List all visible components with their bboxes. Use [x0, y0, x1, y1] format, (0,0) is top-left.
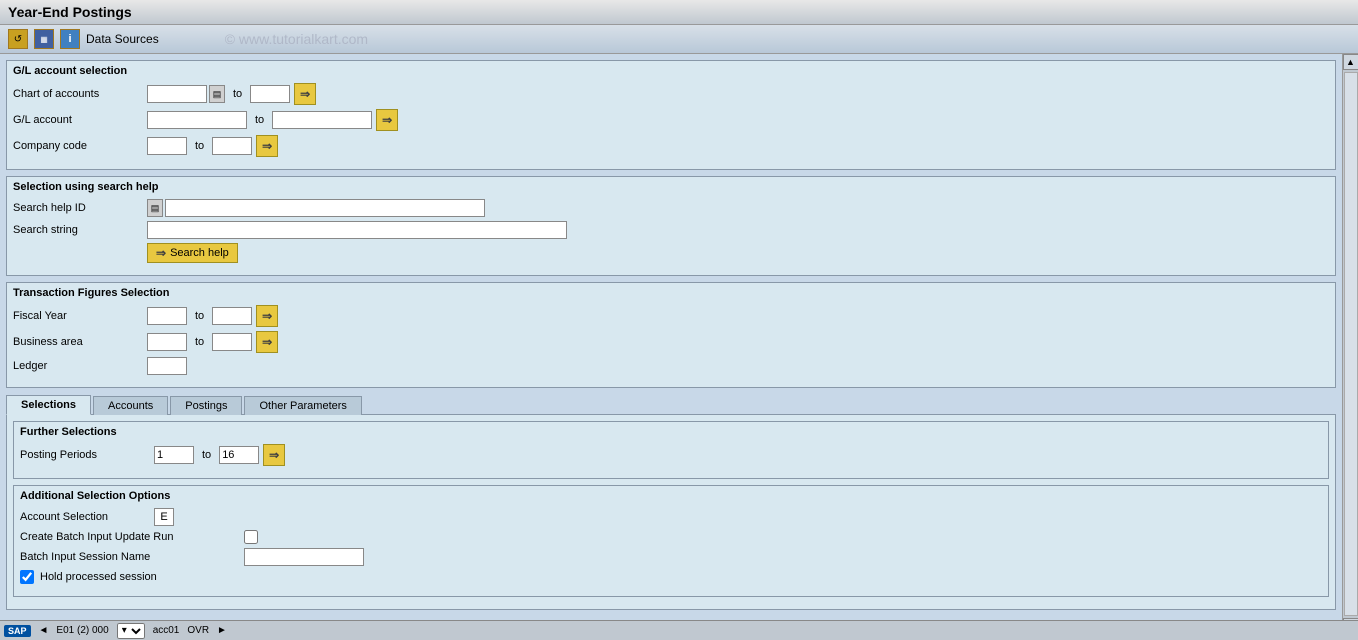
- tabs-container: Selections Accounts Postings Other Param…: [6, 394, 1336, 414]
- gl-account-section: G/L account selection Chart of accounts …: [6, 60, 1336, 170]
- gl-account-title: G/L account selection: [13, 65, 1329, 77]
- fiscal-year-from[interactable]: [147, 307, 187, 325]
- table-icon[interactable]: ▦: [34, 29, 54, 49]
- business-area-from[interactable]: [147, 333, 187, 351]
- chart-arrow-btn[interactable]: ⇒: [294, 83, 316, 105]
- company-code-label: Company code: [13, 140, 143, 152]
- gl-account-row: G/L account to ⇒: [13, 109, 1329, 131]
- further-selections-title: Further Selections: [20, 426, 1322, 438]
- gl-to-label: to: [255, 114, 264, 126]
- status-arrows-right[interactable]: ►: [217, 625, 227, 636]
- business-area-row: Business area to ⇒: [13, 331, 1329, 353]
- app-title: Year-End Postings: [8, 4, 132, 20]
- posting-periods-label: Posting Periods: [20, 449, 150, 461]
- create-batch-label: Create Batch Input Update Run: [20, 531, 240, 543]
- search-help-id-label: Search help ID: [13, 202, 143, 214]
- search-help-id-row: Search help ID ▤: [13, 199, 1329, 217]
- additional-selection-title: Additional Selection Options: [20, 490, 1322, 502]
- further-selections-section: Further Selections Posting Periods to ⇒: [13, 421, 1329, 479]
- hold-processed-checkbox[interactable]: [20, 570, 34, 584]
- company-code-from[interactable]: [147, 137, 187, 155]
- posting-arrow-btn[interactable]: ⇒: [263, 444, 285, 466]
- search-help-btn-arrow-icon: ⇒: [156, 246, 166, 260]
- posting-periods-row: Posting Periods to ⇒: [20, 444, 1322, 466]
- business-area-to[interactable]: [212, 333, 252, 351]
- business-to-label: to: [195, 336, 204, 348]
- search-string-label: Search string: [13, 224, 143, 236]
- fiscal-year-row: Fiscal Year to ⇒: [13, 305, 1329, 327]
- chart-of-accounts-row: Chart of accounts ▤ to ⇒: [13, 83, 1329, 105]
- gl-account-to[interactable]: [272, 111, 372, 129]
- session-select[interactable]: ▾: [117, 623, 145, 639]
- business-area-label: Business area: [13, 336, 143, 348]
- create-batch-checkbox[interactable]: [244, 530, 258, 544]
- clock-icon[interactable]: ↺: [8, 29, 28, 49]
- ledger-label: Ledger: [13, 360, 143, 372]
- tab-content: Further Selections Posting Periods to ⇒ …: [6, 414, 1336, 610]
- status-bar: SAP ◄ E01 (2) 000 ▾ acc01 OVR ►: [0, 620, 1358, 640]
- search-string-input[interactable]: [147, 221, 567, 239]
- chart-of-accounts-to[interactable]: [250, 85, 290, 103]
- search-help-id-input[interactable]: [165, 199, 485, 217]
- account-selection-label: Account Selection: [20, 511, 150, 523]
- search-help-btn-label: Search help: [170, 247, 229, 259]
- toolbar: ↺ ▦ i Data Sources © www.tutorialkart.co…: [0, 25, 1358, 54]
- tab-accounts[interactable]: Accounts: [93, 396, 168, 415]
- batch-session-input[interactable]: [244, 548, 364, 566]
- chart-to-label: to: [233, 88, 242, 100]
- status-arrows-left[interactable]: ◄: [39, 625, 49, 636]
- search-help-btn-row: ⇒ Search help: [13, 243, 1329, 263]
- search-help-id-browse[interactable]: ▤: [147, 199, 163, 217]
- fiscal-arrow-btn[interactable]: ⇒: [256, 305, 278, 327]
- hold-processed-label: Hold processed session: [40, 571, 157, 583]
- title-bar: Year-End Postings: [0, 0, 1358, 25]
- tab-postings[interactable]: Postings: [170, 396, 242, 415]
- account-selection-input[interactable]: [154, 508, 174, 526]
- company-code-to[interactable]: [212, 137, 252, 155]
- create-batch-row: Create Batch Input Update Run: [20, 530, 1322, 544]
- company-arrow-btn[interactable]: ⇒: [256, 135, 278, 157]
- business-arrow-btn[interactable]: ⇒: [256, 331, 278, 353]
- account-selection-row: Account Selection: [20, 508, 1322, 526]
- fiscal-year-label: Fiscal Year: [13, 310, 143, 322]
- transaction-section: Transaction Figures Selection Fiscal Yea…: [6, 282, 1336, 388]
- search-help-title: Selection using search help: [13, 181, 1329, 193]
- gl-arrow-btn[interactable]: ⇒: [376, 109, 398, 131]
- tab-other-parameters[interactable]: Other Parameters: [244, 396, 361, 415]
- search-help-section: Selection using search help Search help …: [6, 176, 1336, 276]
- mode-info: OVR: [187, 625, 209, 636]
- user-info: acc01: [153, 625, 180, 636]
- ledger-row: Ledger: [13, 357, 1329, 375]
- search-help-button[interactable]: ⇒ Search help: [147, 243, 238, 263]
- search-string-row: Search string: [13, 221, 1329, 239]
- tab-selections[interactable]: Selections: [6, 395, 91, 415]
- chart-of-accounts-from[interactable]: [147, 85, 207, 103]
- chart-browse-btn[interactable]: ▤: [209, 85, 225, 103]
- info-icon[interactable]: i: [60, 29, 80, 49]
- company-to-label: to: [195, 140, 204, 152]
- transaction-title: Transaction Figures Selection: [13, 287, 1329, 299]
- gl-account-from[interactable]: [147, 111, 247, 129]
- fiscal-year-to[interactable]: [212, 307, 252, 325]
- batch-session-row: Batch Input Session Name: [20, 548, 1322, 566]
- company-code-row: Company code to ⇒: [13, 135, 1329, 157]
- scroll-up-arrow[interactable]: ▲: [1343, 54, 1358, 70]
- watermark: © www.tutorialkart.com: [225, 31, 368, 47]
- sap-logo: SAP: [4, 625, 31, 637]
- posting-periods-to[interactable]: [219, 446, 259, 464]
- data-sources-label[interactable]: Data Sources: [86, 32, 159, 46]
- posting-to-label: to: [202, 449, 211, 461]
- posting-periods-from[interactable]: [154, 446, 194, 464]
- chart-of-accounts-label: Chart of accounts: [13, 88, 143, 100]
- scrollbar[interactable]: ▲ ▼: [1342, 54, 1358, 634]
- fiscal-to-label: to: [195, 310, 204, 322]
- additional-selection-section: Additional Selection Options Account Sel…: [13, 485, 1329, 597]
- ledger-input[interactable]: [147, 357, 187, 375]
- gl-account-label: G/L account: [13, 114, 143, 126]
- session-info: E01 (2) 000: [56, 625, 108, 636]
- hold-processed-row: Hold processed session: [20, 570, 1322, 584]
- batch-session-label: Batch Input Session Name: [20, 551, 240, 563]
- scroll-track: [1344, 72, 1358, 616]
